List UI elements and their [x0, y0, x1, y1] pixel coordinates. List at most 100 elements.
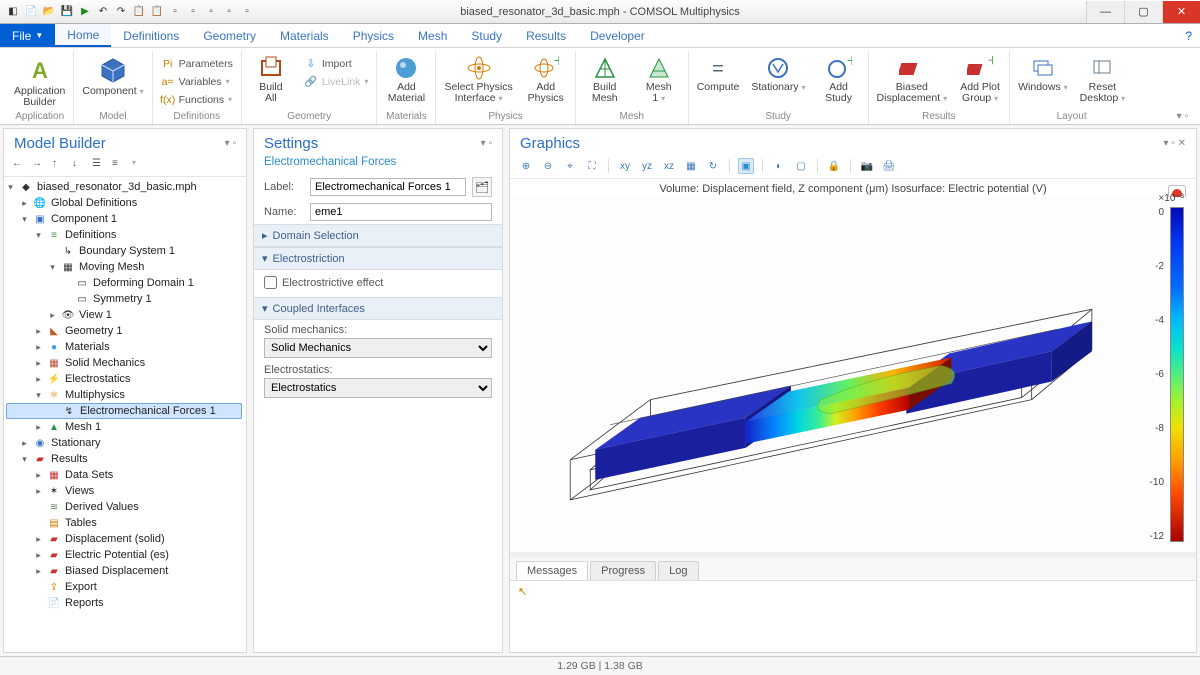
tables-icon: ▤ [47, 516, 61, 530]
save-icon[interactable]: 💾 [60, 5, 74, 19]
mesh-icon [646, 55, 672, 81]
undo-icon[interactable]: ↶ [96, 5, 110, 19]
down-icon[interactable]: ↓ [72, 158, 86, 172]
reset-desktop-icon [1089, 55, 1115, 81]
expand-icon[interactable]: ☰ [92, 158, 106, 172]
file-menu-button[interactable]: File ▼ [0, 24, 55, 47]
tab-materials[interactable]: Materials [268, 24, 341, 47]
biased-displacement-button[interactable]: BiasedDisplacement ▾ [873, 53, 952, 106]
back-icon[interactable]: ← [12, 158, 26, 172]
build-all-button[interactable]: BuildAll [246, 53, 296, 106]
section-domain-selection[interactable]: ▸Domain Selection [254, 224, 502, 247]
material-icon [393, 55, 419, 81]
electrostatics-select[interactable]: Electrostatics [264, 378, 492, 398]
application-builder-button[interactable]: A ApplicationBuilder [10, 53, 69, 110]
tab-results[interactable]: Results [514, 24, 578, 47]
add-material-button[interactable]: AddMaterial [381, 53, 431, 106]
import-button[interactable]: ⇩Import [304, 55, 369, 72]
solid-icon: ▦ [47, 356, 61, 370]
copy-icon[interactable]: 📋 [132, 5, 146, 19]
solid-mechanics-select[interactable]: Solid Mechanics [264, 338, 492, 358]
go-button[interactable]: 🗂 [472, 177, 492, 197]
qat-icon2[interactable]: ▫ [186, 5, 200, 19]
functions-button[interactable]: f(x)Functions ▾ [161, 91, 233, 108]
model-tree[interactable]: ▾◆biased_resonator_3d_basic.mph ▸🌐Global… [4, 179, 246, 652]
select-physics-interface-button[interactable]: Select PhysicsInterface ▾ [440, 53, 516, 106]
yz-icon[interactable]: yz [639, 158, 655, 174]
fwd-icon[interactable]: → [32, 158, 46, 172]
zoom-in-icon[interactable]: ⊕ [518, 158, 534, 174]
redo-icon[interactable]: ↷ [114, 5, 128, 19]
reset-desktop-button[interactable]: ResetDesktop ▾ [1076, 53, 1129, 106]
qat-icon3[interactable]: ▫ [204, 5, 218, 19]
collapse-icon[interactable]: ≡ [112, 158, 126, 172]
mb-more-icon[interactable]: ▾ [132, 158, 146, 172]
stationary-button[interactable]: Stationary ▾ [747, 53, 809, 95]
build-mesh-button[interactable]: BuildMesh [580, 53, 630, 106]
parameters-button[interactable]: PiParameters [161, 55, 233, 72]
graphics-canvas[interactable] [510, 197, 1132, 552]
default3d-icon[interactable]: ▦ [683, 158, 699, 174]
add-plot-group-button[interactable]: ＋ Add PlotGroup ▾ [955, 53, 1005, 106]
window-maximize-button[interactable]: ▢ [1124, 1, 1162, 23]
label-input[interactable] [310, 178, 466, 196]
tab-progress[interactable]: Progress [590, 561, 656, 580]
tab-geometry[interactable]: Geometry [191, 24, 268, 47]
compute-button[interactable]: = Compute [693, 53, 744, 95]
name-input[interactable] [310, 203, 492, 221]
rotate-icon[interactable]: ↻ [705, 158, 721, 174]
cube-icon: ▣ [33, 212, 47, 226]
add-study-button[interactable]: ＋ AddStudy [814, 53, 864, 106]
globe-icon: 🌐 [33, 196, 47, 210]
new-icon[interactable]: 📄 [24, 5, 38, 19]
window-close-button[interactable]: ✕ [1162, 1, 1200, 23]
qat-icon1[interactable]: ▫ [168, 5, 182, 19]
messages-area[interactable]: ↖ [510, 581, 1196, 652]
cube-icon [98, 55, 128, 85]
tab-study[interactable]: Study [459, 24, 514, 47]
electrostrictive-effect-checkbox[interactable] [264, 276, 277, 289]
group-label-results: Results [922, 110, 955, 124]
tab-physics[interactable]: Physics [341, 24, 406, 47]
qat-icon4[interactable]: ▫ [222, 5, 236, 19]
tree-node-em-forces[interactable]: ↯Electromechanical Forces 1 [6, 403, 242, 419]
open-icon[interactable]: 📂 [42, 5, 56, 19]
add-physics-button[interactable]: ＋ AddPhysics [521, 53, 571, 106]
xy-icon[interactable]: xy [617, 158, 633, 174]
section-electrostriction[interactable]: ▾Electrostriction [254, 247, 502, 270]
livelink-button[interactable]: 🔗LiveLink ▾ [304, 73, 369, 90]
tab-developer[interactable]: Developer [578, 24, 657, 47]
tab-definitions[interactable]: Definitions [111, 24, 191, 47]
help-icon[interactable]: ? [1177, 24, 1200, 47]
tab-log[interactable]: Log [658, 561, 698, 580]
window-minimize-button[interactable]: — [1086, 1, 1124, 23]
lock-icon[interactable]: 🔒 [826, 158, 842, 174]
window-titlebar: ◧ 📄 📂 💾 ▶ ↶ ↷ 📋 📋 ▫ ▫ ▫ ▫ ▫ biased_reson… [0, 0, 1200, 24]
group-label-study: Study [765, 110, 791, 124]
windows-button[interactable]: Windows ▾ [1014, 53, 1072, 95]
zoom-out-icon[interactable]: ⊖ [540, 158, 556, 174]
component-button[interactable]: Component ▾ [78, 53, 147, 99]
scenelight-icon[interactable]: ◐ [771, 158, 787, 174]
tab-mesh[interactable]: Mesh [406, 24, 459, 47]
export-icon: ⇪ [47, 580, 61, 594]
svg-text:=: = [712, 58, 724, 80]
tab-home[interactable]: Home [55, 24, 111, 47]
tab-messages[interactable]: Messages [516, 561, 588, 580]
up-icon[interactable]: ↑ [52, 158, 66, 172]
xz-icon[interactable]: xz [661, 158, 677, 174]
select-icon[interactable]: ▣ [738, 158, 754, 174]
transparency-icon[interactable]: ▢ [793, 158, 809, 174]
build-icon [258, 55, 284, 81]
paste-icon[interactable]: 📋 [150, 5, 164, 19]
section-coupled-interfaces[interactable]: ▾Coupled Interfaces [254, 297, 502, 320]
play-icon[interactable]: ▶ [78, 5, 92, 19]
zoom-box-icon[interactable]: ⌖ [562, 158, 578, 174]
snapshot-icon[interactable]: 📷 [859, 158, 875, 174]
qat-icon5[interactable]: ▫ [240, 5, 254, 19]
zoom-extents-icon[interactable]: ⛶ [584, 158, 600, 174]
variables-button[interactable]: a=Variables ▾ [161, 73, 233, 90]
print-icon[interactable]: 🖨 [881, 158, 897, 174]
electro-icon: ⚡ [47, 372, 61, 386]
mesh1-button[interactable]: Mesh1 ▾ [634, 53, 684, 106]
